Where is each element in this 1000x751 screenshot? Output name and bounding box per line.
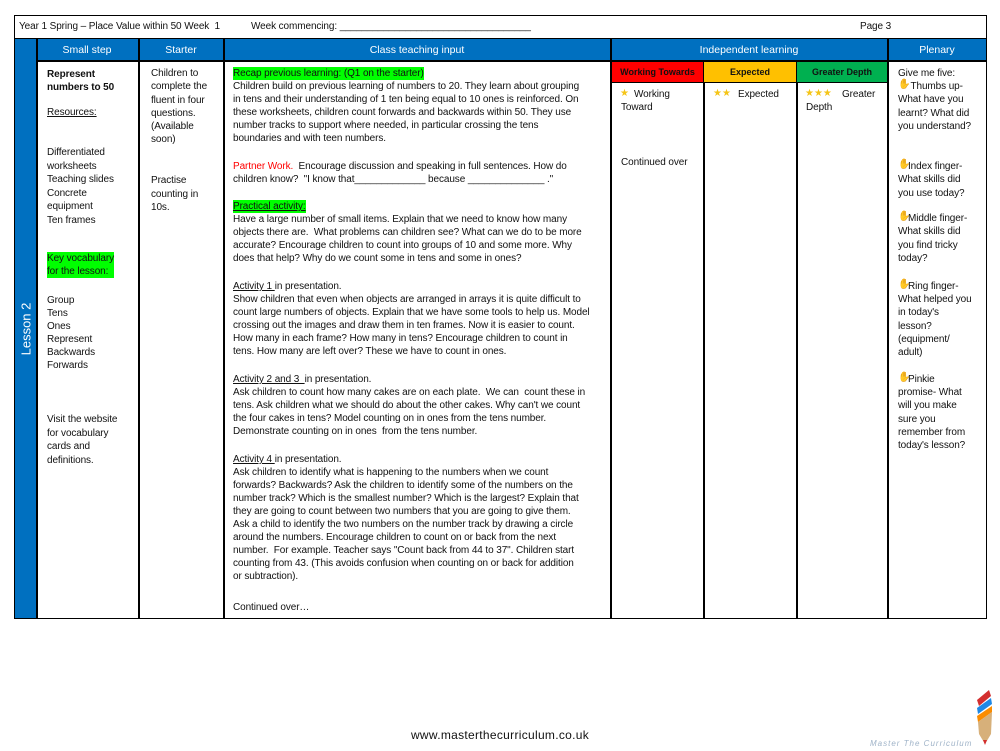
plenary-ring: Ring finger- What helped you in today's … bbox=[898, 281, 972, 359]
plenary-index: Index finger- What skills did you use to… bbox=[898, 161, 965, 199]
gd-text: Greater Depth bbox=[806, 89, 876, 113]
lesson-label: Lesson 2 bbox=[18, 302, 33, 355]
two-stars-icon: ★★ bbox=[713, 88, 731, 99]
plenary-pinkie: Pinkie promise- What will you make sure … bbox=[898, 374, 966, 452]
level-working-towards: Working Towards bbox=[612, 62, 703, 83]
level-greater-depth: Greater Depth bbox=[797, 62, 887, 83]
website-note: Visit the website for vocabulary cards a… bbox=[47, 414, 118, 466]
activity-2-text: Ask children to count how many cakes are… bbox=[233, 387, 586, 437]
activity-1-suffix: in presentation. bbox=[274, 281, 342, 292]
level-expected: Expected bbox=[704, 62, 796, 83]
continued-over: Continued over… bbox=[233, 602, 310, 613]
resources-list: Differentiated worksheets Teaching slide… bbox=[47, 147, 114, 226]
pencil-logo-icon bbox=[975, 690, 995, 751]
activity-4-text: Ask children to identify what is happeni… bbox=[233, 467, 579, 582]
activity-1-text: Show children that even when objects are… bbox=[233, 294, 590, 357]
activity-1-label: Activity 1 bbox=[233, 281, 275, 292]
footer-url: www.masterthecurriculum.co.uk bbox=[410, 728, 590, 742]
exp-text: Expected bbox=[738, 89, 779, 100]
activity-4-heading: Activity 4 in presentation. bbox=[233, 453, 342, 466]
practical-text: Have a large number of small items. Expl… bbox=[233, 214, 582, 264]
activity-2-suffix: in presentation. bbox=[304, 374, 372, 385]
lesson-label-bar: Lesson 2 bbox=[15, 39, 36, 618]
small-step-title: Represent numbers to 50 bbox=[47, 69, 115, 93]
recap-label: Recap previous learning: (Q1 on the star… bbox=[233, 67, 424, 80]
plenary-thumb: Thumbs up- What have you learnt? What di… bbox=[898, 81, 972, 132]
partner-label: Partner Work. bbox=[233, 161, 294, 172]
wt-note: Continued over bbox=[621, 157, 688, 168]
starter-practise: Practise counting in 10s. bbox=[151, 175, 199, 213]
plenary-middle: Middle finger- What skills did you find … bbox=[898, 213, 968, 264]
vocab-label: Key vocabulary for the lesson: bbox=[47, 252, 114, 278]
resources-label: Resources: bbox=[47, 107, 97, 118]
logo-text: Master The Curriculum bbox=[870, 739, 973, 748]
vocab-list: Group Tens Ones Represent Backwards Forw… bbox=[47, 295, 96, 371]
header-independent: Independent learning bbox=[611, 39, 888, 62]
practical-label: Practical activity: bbox=[233, 200, 306, 213]
header-plenary: Plenary bbox=[888, 39, 986, 62]
activity-2-label: Activity 2 and 3 bbox=[233, 374, 305, 385]
partner-work: Partner Work. Encourage discussion and s… bbox=[233, 160, 567, 186]
wt-text: Working Toward bbox=[621, 89, 670, 113]
header-small-step: Small step bbox=[36, 39, 139, 62]
recap-text: Children build on previous learning of n… bbox=[233, 81, 580, 144]
activity-4-suffix: in presentation. bbox=[274, 454, 342, 465]
header-starter: Starter bbox=[139, 39, 224, 62]
activity-4-label: Activity 4 bbox=[233, 454, 275, 465]
activity-1-heading: Activity 1 in presentation. bbox=[233, 280, 342, 293]
header-class-input: Class teaching input bbox=[224, 39, 611, 62]
starter-text: Children to complete the fluent in four … bbox=[151, 68, 208, 146]
activity-2-heading: Activity 2 and 3 in presentation. bbox=[233, 373, 371, 386]
